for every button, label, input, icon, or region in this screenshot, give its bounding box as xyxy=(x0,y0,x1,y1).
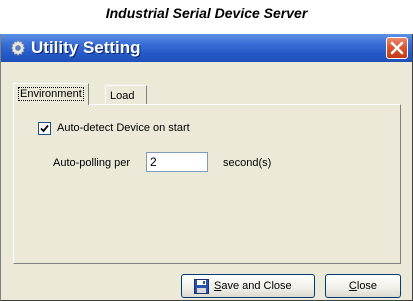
document-caption: Industrial Serial Device Server xyxy=(105,5,308,21)
auto-polling-unit: second(s) xyxy=(223,157,272,169)
save-and-close-label: Save and Close xyxy=(214,275,292,297)
save-rest: ave and Close xyxy=(221,280,292,292)
close-window-button[interactable] xyxy=(386,37,408,59)
auto-detect-checkbox[interactable] xyxy=(38,122,51,135)
close-button[interactable]: Close xyxy=(325,274,401,298)
close-mnemonic: C xyxy=(348,280,357,292)
tab-environment[interactable]: Environment xyxy=(13,83,89,105)
tab-environment-label: Environment xyxy=(18,87,84,101)
save-and-close-button[interactable]: Save and Close xyxy=(181,274,315,298)
close-rest: lose xyxy=(356,280,378,292)
checkmark-icon xyxy=(40,124,49,133)
title-bar[interactable]: Utility Setting xyxy=(1,34,412,62)
environment-panel: Auto-detect Device on start Auto-polling… xyxy=(13,104,401,264)
auto-polling-input[interactable] xyxy=(146,152,208,172)
utility-setting-dialog: Utility Setting Environment Load setting… xyxy=(0,34,413,301)
auto-detect-label: Auto-detect Device on start xyxy=(57,122,190,134)
close-icon xyxy=(390,41,404,55)
tab-load-setting[interactable]: Load setting xyxy=(105,85,148,122)
auto-polling-label: Auto-polling per xyxy=(53,157,131,169)
window-title: Utility Setting xyxy=(31,38,141,57)
floppy-disk-icon xyxy=(194,279,209,294)
gear-icon xyxy=(9,39,27,57)
